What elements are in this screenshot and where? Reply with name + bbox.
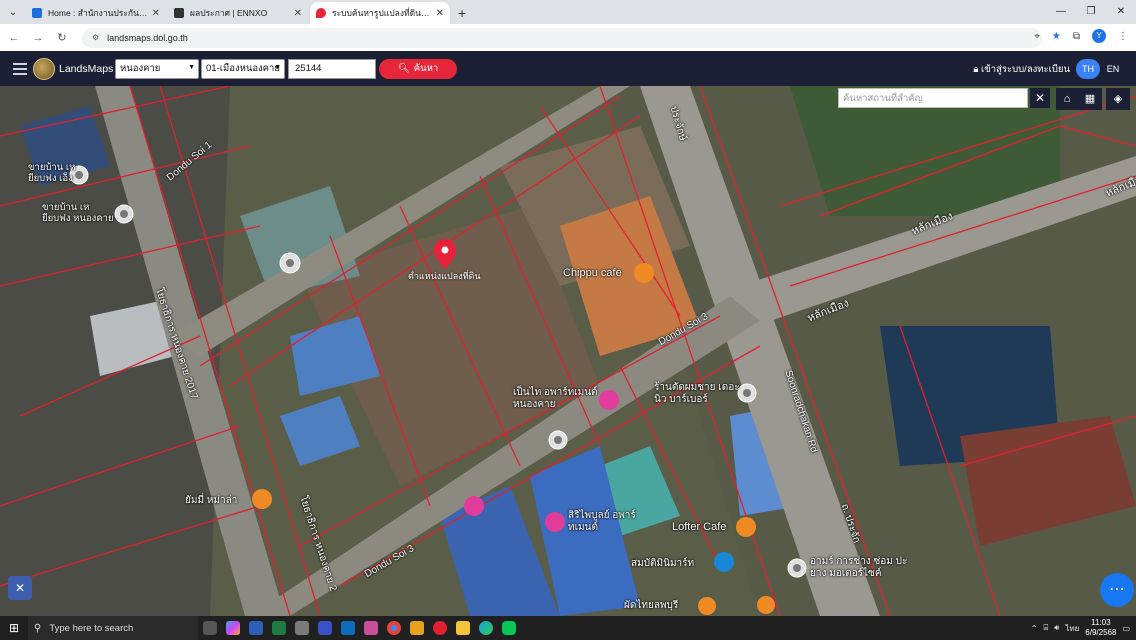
poi-label: Lofter Cafe xyxy=(672,521,727,533)
home-icon[interactable]: ⌂ xyxy=(1056,88,1078,110)
poi-label: Chippu cafe xyxy=(563,267,622,279)
window-controls: — ❐ ✕ xyxy=(1046,0,1136,24)
poi-label: ขายบ้าน เหยียบฟง หนองคาย xyxy=(42,202,114,224)
notifications-icon[interactable]: ▭ xyxy=(1122,624,1130,633)
url-field[interactable]: ⚙ landsmaps.dol.go.th xyxy=(82,27,1042,48)
app-toolbar: LandsMaps หนองคาย ▼ 01-เมืองหนองคาย ▼ 25… xyxy=(0,51,1136,86)
tab-title: ระบบค้นหารูปแปลงที่ดิน (LandsMaps) xyxy=(332,8,432,18)
minimize-icon[interactable]: — xyxy=(1046,0,1076,24)
province-value: หนองคาย xyxy=(120,63,161,74)
clock[interactable]: 11:03 6/9/2568 xyxy=(1085,618,1116,638)
file-explorer-icon[interactable] xyxy=(452,616,474,640)
site-info-icon[interactable]: ⚙ xyxy=(92,33,99,42)
tab-sso[interactable]: Home : สำนักงานประกันสังคม ✕ xyxy=(26,2,166,24)
poi-label: สมบัติมินิมาร์ท xyxy=(631,558,695,569)
store-icon[interactable] xyxy=(406,616,428,640)
forward-icon[interactable]: → xyxy=(28,32,48,44)
poi-label: ขายบ้าน เหยียบฟง เอ็ง xyxy=(28,162,76,184)
district-select[interactable]: 01-เมืองหนองคาย ▼ xyxy=(201,58,285,79)
address-bar: ← → ↻ ⚙ landsmaps.dol.go.th ⌖ ★ ⧉ Y ⋮ xyxy=(0,24,1136,51)
url-text: landsmaps.dol.go.th xyxy=(107,32,188,43)
poi-label: อามร์ การช่าง ซ่อม ปะยาง มอเตอร์ไซค์ xyxy=(810,556,908,579)
location-icon[interactable]: ⌖ xyxy=(1034,31,1040,42)
menu-kebab-icon[interactable]: ⋮ xyxy=(1118,31,1128,42)
copilot-icon[interactable] xyxy=(222,616,244,640)
clock-date: 6/9/2568 xyxy=(1085,628,1117,637)
system-tray: ⌃ ⌸ 🔊︎ ไทย 11:03 6/9/2568 ▭ xyxy=(1031,616,1130,640)
task-view-icon[interactable] xyxy=(199,616,221,640)
windows-start-icon[interactable]: ⊞ xyxy=(0,621,28,635)
tab-search-icon[interactable]: ⌄ xyxy=(0,0,26,24)
close-window-icon[interactable]: ✕ xyxy=(1106,0,1136,24)
map-pin-favicon-icon xyxy=(316,8,326,18)
close-tab-icon[interactable]: ✕ xyxy=(152,8,160,19)
taskbar-search-placeholder: Type here to search xyxy=(49,622,134,634)
close-tab-icon[interactable]: ✕ xyxy=(436,8,444,19)
tab-title: Home : สำนักงานประกันสังคม xyxy=(48,8,148,18)
back-icon[interactable]: ← xyxy=(4,32,24,44)
browser-tab-strip: ⌄ Home : สำนักงานประกันสังคม ✕ ผลประกาศ … xyxy=(0,0,1136,24)
tab-ennxo[interactable]: ผลประกาศ | ENNXO ✕ xyxy=(168,2,308,24)
volume-icon[interactable]: 🔊︎ xyxy=(1054,623,1059,633)
district-value: 01-เมืองหนองคาย xyxy=(206,63,280,74)
network-icon[interactable]: ⌸ xyxy=(1043,623,1048,633)
search-button[interactable]: 🔍︎ ค้นหา xyxy=(379,58,457,79)
poi-label: สิริไพบูลย์ อพาร์ทเมนต์ xyxy=(568,510,636,533)
dol-logo xyxy=(33,57,55,80)
outlook-icon[interactable] xyxy=(337,616,359,640)
search-button-label: ค้นหา xyxy=(413,63,439,74)
app-icon[interactable] xyxy=(291,616,313,640)
lang-th-button[interactable]: TH xyxy=(1076,59,1100,79)
layers-icon[interactable]: ◈ xyxy=(1106,88,1130,110)
parcel-number-input[interactable]: 25144 xyxy=(288,58,376,79)
excel-icon[interactable] xyxy=(268,616,290,640)
chrome-icon[interactable] xyxy=(383,616,405,640)
lock-icon: 🔒︎ xyxy=(973,64,979,75)
clock-time: 11:03 xyxy=(1091,618,1111,627)
tray-chevron-up-icon[interactable]: ⌃ xyxy=(1031,624,1038,633)
restore-icon[interactable]: ❐ xyxy=(1076,0,1106,24)
lang-en-button[interactable]: EN xyxy=(1101,59,1125,79)
sso-favicon-icon xyxy=(32,8,42,18)
poi-label: ร้านตัดผมชาย เดอะนิว บาร์เบอร์ xyxy=(654,382,740,405)
app-icon[interactable] xyxy=(314,616,336,640)
ennxo-favicon-icon xyxy=(174,8,184,18)
opera-icon[interactable] xyxy=(429,616,451,640)
hamburger-menu-icon[interactable] xyxy=(13,60,27,78)
edge-icon[interactable] xyxy=(475,616,497,640)
satellite-map[interactable]: ค้นหาสถานที่สำคัญ ✕ ⌂ ▦ ◈ ตำแหน่งแปลงที่… xyxy=(0,86,1136,616)
tab-title: ผลประกาศ | ENNXO xyxy=(190,8,268,18)
map-tools-icon[interactable]: ✕ xyxy=(8,576,32,600)
word-icon[interactable] xyxy=(245,616,267,640)
login-link[interactable]: 🔒︎ เข้าสู่ระบบ/ลงทะเบียน xyxy=(973,62,1070,77)
chevron-down-icon: ▼ xyxy=(274,63,281,71)
close-search-icon[interactable]: ✕ xyxy=(1030,88,1050,108)
reload-icon[interactable]: ↻ xyxy=(52,31,72,44)
address-actions: ⌖ ★ ⧉ Y ⋮ xyxy=(1034,29,1128,43)
new-tab-button[interactable]: + xyxy=(458,2,466,24)
windows-taskbar: ⊞ ⚲ Type here to search ⌃ ⌸ 🔊︎ ไทย 11:03… xyxy=(0,616,1136,640)
grid-table-icon[interactable]: ▦ xyxy=(1078,88,1102,110)
poi-label: ยัมมี่ หม่าล่า xyxy=(185,495,238,506)
photos-icon[interactable] xyxy=(360,616,382,640)
poi-label: ผัดไทยลพบุรี xyxy=(624,600,679,611)
pin-label: ตำแหน่งแปลงที่ดิน xyxy=(408,271,481,281)
search-icon: ⚲ xyxy=(34,622,42,634)
login-label: เข้าสู่ระบบ/ลงทะเบียน xyxy=(981,64,1070,75)
taskbar-search-box[interactable]: ⚲ Type here to search xyxy=(28,616,198,640)
bookmark-star-icon[interactable]: ★ xyxy=(1052,31,1061,42)
province-select[interactable]: หนองคาย ▼ xyxy=(115,58,199,79)
poi-label: เป็นไท อพาร์ทเมนต์ หนองคาย xyxy=(513,387,598,410)
profile-avatar[interactable]: Y xyxy=(1092,29,1106,43)
more-options-fab[interactable]: ⋯ xyxy=(1100,573,1134,607)
tab-landsmaps[interactable]: ระบบค้นหารูปแปลงที่ดิน (LandsMaps) ✕ xyxy=(310,2,450,24)
line-icon[interactable] xyxy=(498,616,520,640)
brand-name: LandsMaps xyxy=(59,62,114,75)
chevron-down-icon: ▼ xyxy=(188,63,195,71)
search-icon: 🔍︎ xyxy=(397,63,410,74)
close-tab-icon[interactable]: ✕ xyxy=(294,8,302,19)
place-search-input[interactable]: ค้นหาสถานที่สำคัญ xyxy=(838,88,1028,108)
extensions-icon[interactable]: ⧉ xyxy=(1073,31,1080,42)
language-indicator[interactable]: ไทย xyxy=(1065,622,1079,635)
